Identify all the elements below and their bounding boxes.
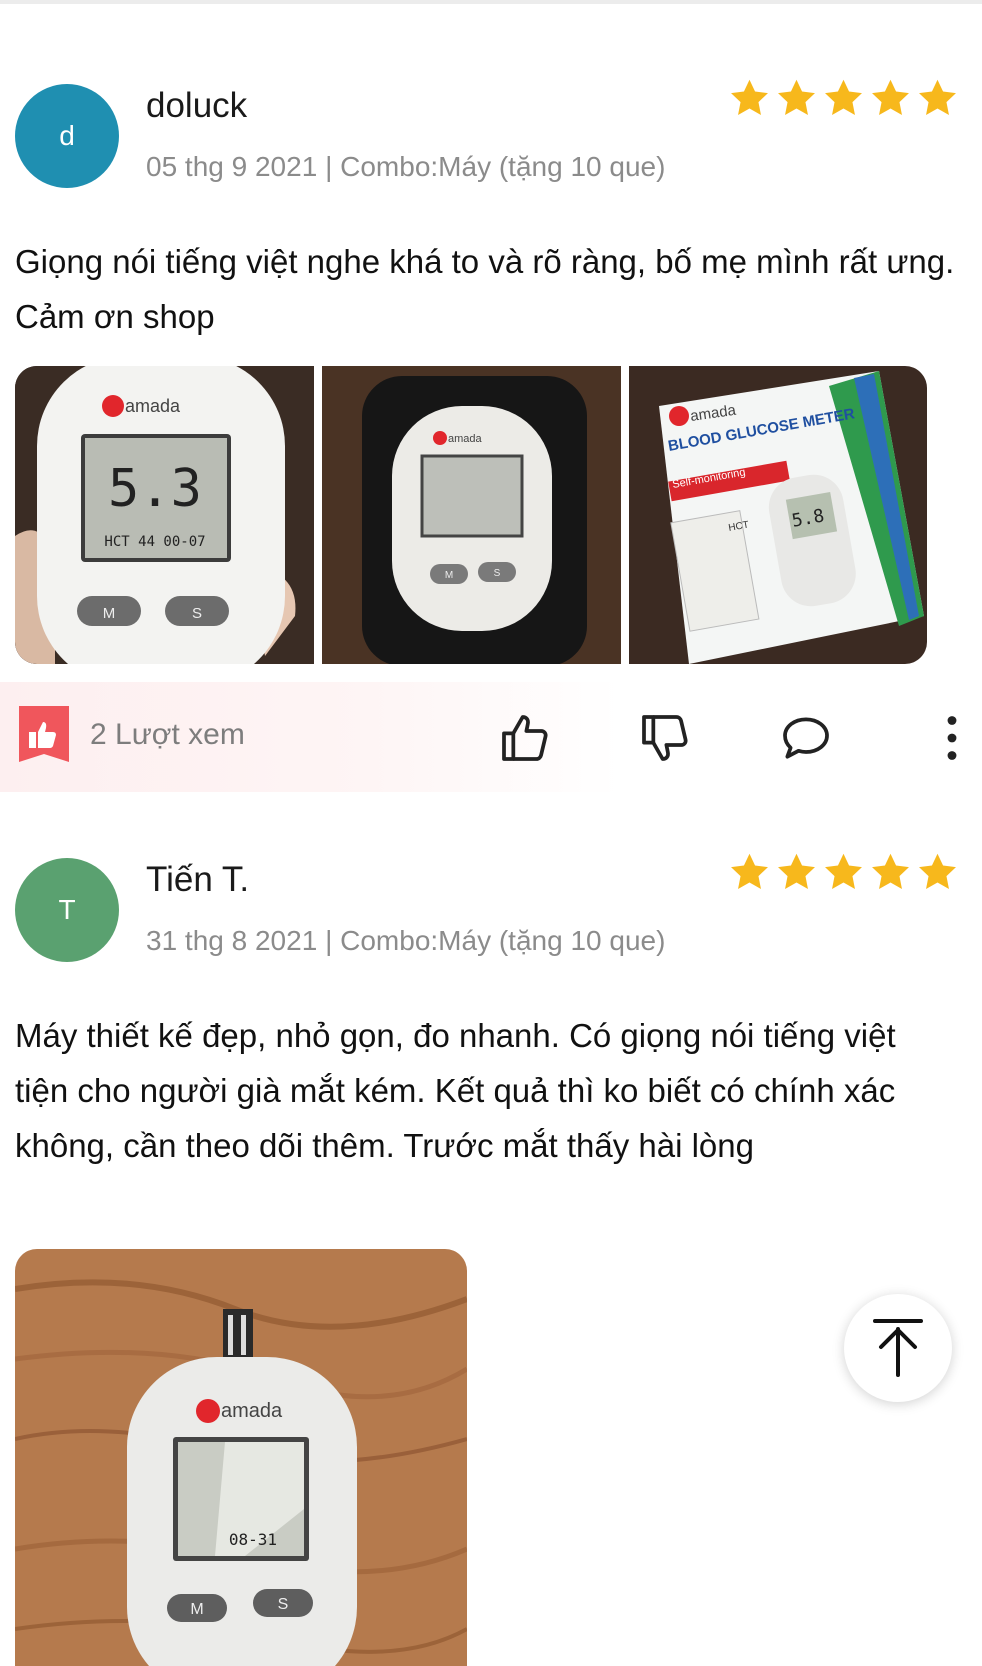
review-item: T Tiến T. 31 thg 8 2021 | Combo:Máy (tặn… (0, 800, 982, 1666)
meter-reading: 5.3 (108, 459, 202, 519)
review-photo[interactable]: amada 5.3 HCT 44 00-07 M S (15, 366, 314, 664)
star-icon (731, 853, 768, 889)
star-rating (728, 851, 959, 894)
meter-subtext: HCT 44 00-07 (104, 534, 205, 550)
brand-text: amada (448, 433, 483, 445)
review-meta: 05 thg 9 2021 | Combo:Máy (tặng 10 que) (146, 151, 665, 183)
star-icon (872, 79, 909, 115)
reviewer-name[interactable]: Tiến T. (146, 860, 249, 900)
meta-separator: | (325, 925, 341, 956)
avatar[interactable]: T (15, 858, 119, 962)
meter-key-m: M (103, 605, 116, 622)
review-variant: Combo:Máy (tặng 10 que) (340, 151, 666, 182)
avatar[interactable]: d (15, 84, 119, 188)
thumbs-down-icon[interactable] (637, 710, 693, 766)
thumbs-up-icon[interactable] (497, 710, 553, 766)
meter-key-s: S (494, 568, 501, 579)
meta-separator: | (325, 151, 341, 182)
review-meta: 31 thg 8 2021 | Combo:Máy (tặng 10 que) (146, 925, 665, 957)
brand-text: amada (125, 396, 181, 416)
star-icon (778, 853, 815, 889)
review-text: Giọng nói tiếng việt nghe khá to và rõ r… (15, 243, 955, 335)
star-icon (825, 853, 862, 889)
star-icon (919, 853, 956, 889)
scroll-to-top-button[interactable] (844, 1294, 952, 1402)
meter-reading: 08-31 (229, 1530, 277, 1549)
arrow-up-to-top-icon (873, 1319, 923, 1377)
review-item: d doluck 05 thg 9 2021 | Combo:Máy (tặng… (0, 0, 982, 800)
star-icon (919, 79, 956, 115)
comment-icon[interactable] (778, 710, 834, 766)
star-icon (778, 79, 815, 115)
meter-key-m: M (190, 1601, 203, 1618)
star-icon (825, 79, 862, 115)
star-icon (731, 79, 768, 115)
review-text: Máy thiết kế đẹp, nhỏ gọn, đo nhanh. Có … (15, 1017, 896, 1164)
review-action-bar: 2 Lượt xem (0, 682, 982, 792)
review-date: 31 thg 8 2021 (146, 925, 318, 956)
star-icon (872, 853, 909, 889)
meter-key-s: S (192, 605, 202, 622)
more-vertical-icon[interactable] (924, 710, 980, 766)
star-rating (728, 77, 959, 120)
review-variant: Combo:Máy (tặng 10 que) (340, 925, 666, 956)
review-photo[interactable]: amada BLOOD GLUCOSE METER Self-monitorin… (629, 366, 927, 664)
view-count: 2 Lượt xem (90, 718, 245, 751)
review-photo[interactable]: amada 08-31 M S (15, 1249, 467, 1666)
reviewer-name[interactable]: doluck (146, 86, 247, 126)
review-date: 05 thg 9 2021 (146, 151, 318, 182)
meter-key-m: M (445, 570, 453, 581)
like-badge-icon (15, 702, 73, 766)
meter-key-s: S (278, 1596, 289, 1613)
review-photo[interactable]: amada M S (322, 366, 621, 664)
brand-text: amada (221, 1400, 283, 1422)
